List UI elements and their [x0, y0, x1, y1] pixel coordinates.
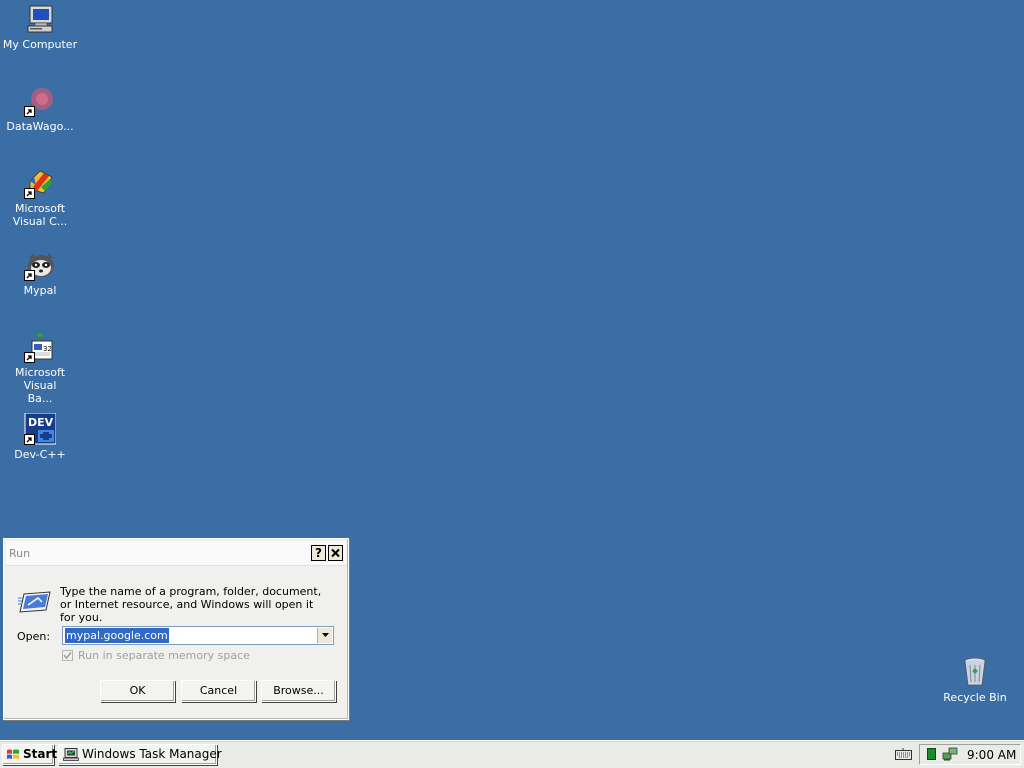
shortcut-arrow-icon: [24, 352, 35, 363]
help-button[interactable]: ?: [311, 545, 326, 561]
clock[interactable]: 9:00 AM: [967, 748, 1016, 762]
memory-space-checkbox[interactable]: [62, 650, 73, 661]
desktop-icon-datawagon[interactable]: DataWago...: [0, 85, 80, 133]
desktop-icon-label: Recycle Bin: [943, 691, 1007, 704]
combobox-dropdown-button[interactable]: [317, 628, 332, 643]
keyboard-icon[interactable]: [895, 748, 912, 760]
svg-text:32: 32: [43, 345, 52, 353]
start-button[interactable]: Start: [2, 744, 58, 765]
close-button[interactable]: [328, 545, 343, 561]
close-icon: [331, 548, 340, 558]
browse-button[interactable]: Browse...: [261, 680, 336, 702]
task-manager-icon: [63, 748, 79, 761]
desktop-icon-recycle-bin[interactable]: Recycle Bin: [935, 656, 1015, 704]
dev-cpp-icon: DEV: [24, 413, 56, 445]
visual-basic-icon: 32: [24, 331, 56, 363]
shortcut-arrow-icon: [24, 188, 35, 199]
run-dialog-description: Type the name of a program, folder, docu…: [60, 585, 322, 624]
open-label: Open:: [17, 630, 51, 643]
desktop-icon-label: Microsoft Visual C...: [12, 202, 68, 228]
desktop-icon-label: Mypal: [23, 284, 57, 297]
recycle-bin-icon: [959, 656, 991, 688]
ok-button[interactable]: OK: [100, 680, 175, 702]
desktop-icon-my-computer[interactable]: My Computer: [0, 3, 80, 51]
taskbar-button-task-manager[interactable]: Windows Task Manager: [58, 744, 222, 765]
open-input[interactable]: mypal.google.com: [65, 628, 169, 643]
desktop-icon-dev-cpp[interactable]: DEV Dev-C++: [0, 413, 80, 461]
my-computer-icon: [24, 3, 56, 35]
run-dialog-title: Run: [9, 547, 31, 560]
checkmark-icon: [63, 651, 72, 660]
shortcut-arrow-icon: [24, 434, 35, 445]
green-status-icon[interactable]: [927, 748, 936, 760]
network-icon[interactable]: [942, 747, 958, 762]
shortcut-arrow-icon: [24, 106, 35, 117]
system-tray: 9:00 AM: [919, 744, 1021, 765]
desktop-icon-label: DataWago...: [6, 120, 74, 133]
cancel-button[interactable]: Cancel: [181, 680, 256, 702]
desktop-icon-label: Dev-C++: [14, 448, 66, 461]
chevron-down-icon: [321, 633, 329, 637]
svg-text:DEV: DEV: [28, 416, 54, 429]
run-dialog: Run ? Type the name of a program, folder…: [3, 538, 349, 720]
desktop-icon-visual-cpp[interactable]: Microsoft Visual C...: [0, 167, 80, 228]
desktop-icon-mypal[interactable]: Mypal: [0, 249, 80, 297]
mypal-icon: [24, 249, 56, 281]
taskbar: Start Windows Task Manager 9:00 AM: [0, 740, 1024, 768]
run-dialog-titlebar[interactable]: Run ?: [6, 541, 346, 566]
memory-space-label: Run in separate memory space: [78, 649, 250, 662]
desktop-icon-label: My Computer: [2, 38, 78, 51]
desktop-icon-label: Microsoft Visual Ba...: [14, 366, 66, 405]
datawagon-icon: [24, 85, 56, 117]
start-label: Start: [23, 747, 58, 761]
windows-logo-icon: [7, 749, 19, 759]
shortcut-arrow-icon: [24, 270, 35, 281]
desktop-icon-visual-basic[interactable]: 32 Microsoft Visual Ba...: [0, 331, 80, 405]
visual-cpp-icon: [24, 167, 56, 199]
open-combobox[interactable]: mypal.google.com: [62, 626, 334, 645]
run-icon: [18, 586, 52, 614]
taskbar-button-label: Windows Task Manager: [82, 747, 222, 761]
